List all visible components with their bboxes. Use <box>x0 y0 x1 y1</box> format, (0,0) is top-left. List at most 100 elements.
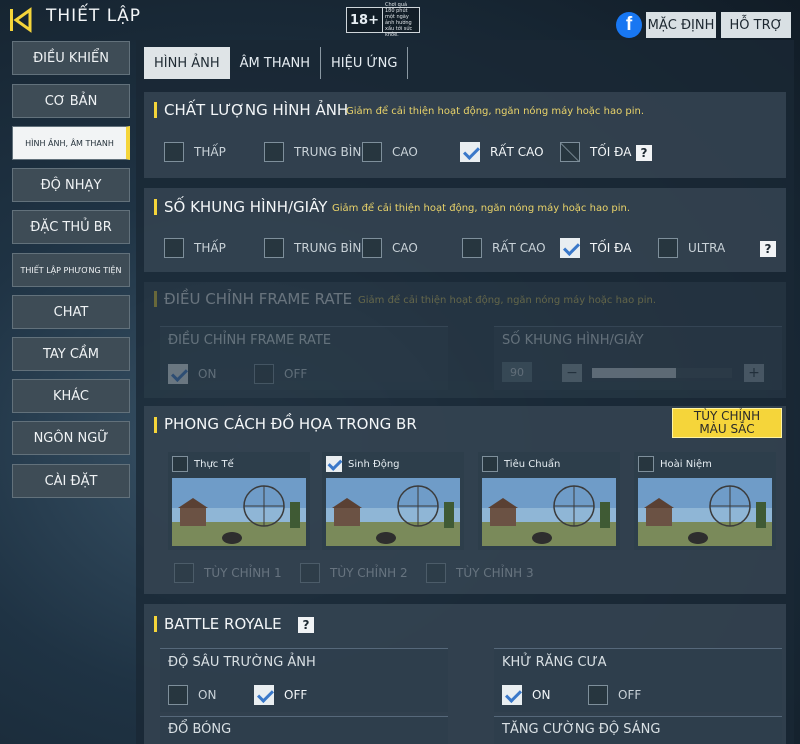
sidebar-item-other[interactable]: KHÁC <box>12 379 130 413</box>
section-marker <box>154 102 157 118</box>
section-marker <box>154 199 157 215</box>
option-label: CAO <box>392 241 418 255</box>
help-icon[interactable]: ? <box>636 145 652 161</box>
checkbox[interactable] <box>172 456 188 472</box>
default-button[interactable]: MẶC ĐỊNH <box>646 12 716 38</box>
style-preview-image <box>482 478 616 546</box>
sidebar-item-controller[interactable]: TAY CẦM <box>12 337 130 371</box>
age-rating-badge: 18+ Chơi quá 180 phút một ngày ảnh hưởng… <box>346 2 420 38</box>
sidebar-item-graphics-sound[interactable]: HÌNH ẢNH, ÂM THANH <box>12 126 130 160</box>
section-description: Giảm để cải thiện hoạt động, ngăn nóng m… <box>332 203 631 214</box>
checkbox[interactable] <box>658 238 678 258</box>
anti-aliasing-on[interactable]: ON <box>502 685 550 705</box>
custom-style-1[interactable]: TÙY CHỈNH 1 <box>174 563 282 583</box>
checkbox-checked[interactable] <box>326 456 342 472</box>
fps-option-ultra[interactable]: ULTRA <box>658 238 725 258</box>
tab-bar: HÌNH ẢNH ÂM THANH HIỆU ỨNG <box>144 47 409 79</box>
quality-option-medium[interactable]: TRUNG BÌNH <box>264 142 370 162</box>
sidebar-item-chat[interactable]: CHAT <box>12 295 130 329</box>
card-label: Thực Tế <box>194 458 234 470</box>
style-card-standard[interactable]: Tiêu Chuẩn <box>478 452 620 550</box>
section-marker <box>154 291 157 307</box>
checkbox-checked[interactable] <box>502 685 522 705</box>
checkbox[interactable] <box>164 238 184 258</box>
sidebar-item-language[interactable]: NGÔN NGỮ <box>12 421 130 455</box>
checkbox[interactable] <box>164 142 184 162</box>
checkbox[interactable] <box>168 685 188 705</box>
option-label: RẤT CAO <box>492 241 546 255</box>
checkbox[interactable] <box>362 142 382 162</box>
sidebar-item-basic[interactable]: CƠ BẢN <box>12 84 130 118</box>
quality-option-max[interactable]: TỐI ĐA <box>560 142 631 162</box>
card-label: Hoài Niệm <box>660 458 712 470</box>
support-button[interactable]: HỖ TRỢ <box>721 12 791 38</box>
anti-aliasing-label: KHỬ RĂNG CƯA <box>502 655 607 670</box>
button-line: MÀU SẮC <box>699 422 755 436</box>
checkbox[interactable] <box>462 238 482 258</box>
sidebar-item-sensitivity[interactable]: ĐỘ NHẠY <box>12 168 130 202</box>
checkbox-checked[interactable] <box>460 142 480 162</box>
option-label: CAO <box>392 145 418 159</box>
checkbox[interactable] <box>362 238 382 258</box>
help-icon[interactable]: ? <box>298 617 314 633</box>
brightness-label: TĂNG CƯỜNG ĐỘ SÁNG <box>502 722 661 737</box>
sidebar-item-vehicle-settings[interactable]: THIẾT LẬP PHƯƠNG TIỆN <box>12 253 130 287</box>
checkbox[interactable] <box>174 563 194 583</box>
custom-color-button[interactable]: TÙY CHỈNH MÀU SẮC <box>672 408 782 438</box>
checkbox-checked[interactable] <box>254 685 274 705</box>
help-icon[interactable]: ? <box>760 241 776 257</box>
fps-option-max[interactable]: TỐI ĐA <box>560 238 631 258</box>
sidebar-item-install[interactable]: CÀI ĐẶT <box>12 464 130 498</box>
tab-graphics[interactable]: HÌNH ẢNH <box>144 47 230 79</box>
facebook-icon[interactable]: f <box>616 12 642 38</box>
style-card-realistic[interactable]: Thực Tế <box>168 452 310 550</box>
checkbox-disabled[interactable] <box>560 142 580 162</box>
option-label: RẤT CAO <box>490 145 544 159</box>
fps-option-high[interactable]: CAO <box>362 238 418 258</box>
section-title: PHONG CÁCH ĐỒ HỌA TRONG BR <box>164 415 417 433</box>
anti-aliasing-off[interactable]: OFF <box>588 685 641 705</box>
style-card-nostalgic[interactable]: Hoài Niệm <box>634 452 776 550</box>
option-label: OFF <box>618 688 642 702</box>
quality-option-low[interactable]: THẤP <box>164 142 226 162</box>
depth-of-field-off[interactable]: OFF <box>254 685 307 705</box>
section-title: SỐ KHUNG HÌNH/GIÂY <box>164 198 328 216</box>
depth-of-field-label: ĐỘ SÂU TRƯỜNG ẢNH <box>168 655 316 670</box>
page-title: THIẾT LẬP <box>46 6 142 26</box>
back-arrow-icon[interactable] <box>8 6 36 34</box>
checkbox[interactable] <box>264 238 284 258</box>
checkbox-checked[interactable] <box>560 238 580 258</box>
checkbox[interactable] <box>588 685 608 705</box>
card-label: Tiêu Chuẩn <box>504 458 561 470</box>
section-description: Giảm để cải thiện hoạt động, ngăn nóng m… <box>346 106 645 117</box>
option-label: THẤP <box>194 145 226 159</box>
shadow-label: ĐỔ BÓNG <box>168 722 232 737</box>
checkbox[interactable] <box>426 563 446 583</box>
custom-style-2[interactable]: TÙY CHỈNH 2 <box>300 563 408 583</box>
section-title: BATTLE ROYALE <box>164 615 282 633</box>
option-label: ON <box>198 688 217 702</box>
style-card-vivid[interactable]: Sinh Động <box>322 452 464 550</box>
section-description: Giảm để cải thiện hoạt động, ngăn nóng m… <box>358 295 657 306</box>
depth-of-field-on[interactable]: ON <box>168 685 216 705</box>
card-label: Sinh Động <box>348 458 400 470</box>
age-warning-text: Chơi quá 180 phút một ngày ảnh hưởng xấu… <box>384 2 413 38</box>
quality-option-very-high[interactable]: RẤT CAO <box>460 142 544 162</box>
sidebar-item-controls[interactable]: ĐIỀU KHIỂN <box>12 41 130 75</box>
option-label: OFF <box>284 688 308 702</box>
option-label: TÙY CHỈNH 3 <box>456 566 534 580</box>
option-label: TRUNG BÌNH <box>294 145 371 159</box>
custom-style-3[interactable]: TÙY CHỈNH 3 <box>426 563 534 583</box>
checkbox[interactable] <box>482 456 498 472</box>
tab-sound[interactable]: ÂM THANH <box>230 47 321 79</box>
quality-option-high[interactable]: CAO <box>362 142 418 162</box>
checkbox[interactable] <box>638 456 654 472</box>
checkbox[interactable] <box>300 563 320 583</box>
sidebar-item-br-specific[interactable]: ĐẶC THỦ BR <box>12 210 130 244</box>
fps-option-low[interactable]: THẤP <box>164 238 226 258</box>
fps-option-medium[interactable]: TRUNG BÌNH <box>264 238 370 258</box>
section-marker <box>154 616 157 632</box>
tab-effects[interactable]: HIỆU ỨNG <box>321 47 409 79</box>
fps-option-very-high[interactable]: RẤT CAO <box>462 238 546 258</box>
checkbox[interactable] <box>264 142 284 162</box>
